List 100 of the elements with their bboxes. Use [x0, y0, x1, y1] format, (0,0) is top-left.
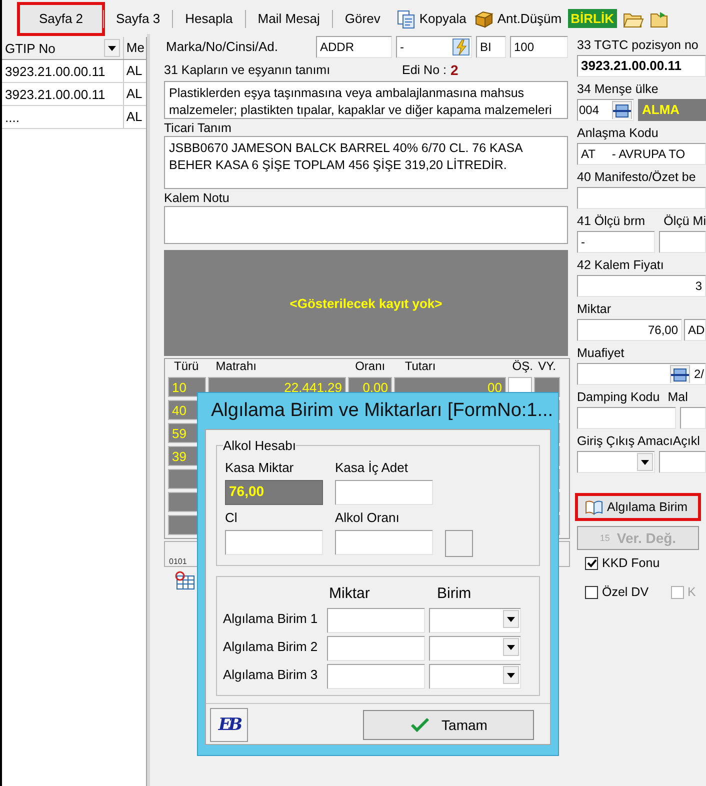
input-field[interactable]: 3 — [577, 275, 706, 297]
table-cell-text: AL — [125, 108, 144, 126]
book-icon — [584, 499, 604, 515]
field-label: Muafiyet — [577, 346, 626, 361]
column-header: Birim — [437, 584, 472, 602]
input-field[interactable] — [577, 407, 676, 429]
input-field[interactable] — [659, 451, 706, 473]
check-icon — [410, 717, 430, 733]
list-icon[interactable] — [612, 101, 632, 119]
text-area[interactable]: JSBB0670 JAMESON BALCK BARREL 40% 6/70 CL. 76 KASA BEHER KASA 6 ŞİŞE TOPLAM 456 ŞİŞE 319,20 LİTREDİR. — [164, 136, 568, 189]
field-label: Damping Kodu — [577, 390, 660, 405]
tab[interactable]: Hesapla — [173, 4, 245, 34]
field-value: 2/ — [694, 366, 704, 382]
button-label: Ver. Değ. — [616, 530, 676, 546]
input-field[interactable] — [327, 636, 425, 661]
field-label: Edi No : — [402, 63, 446, 77]
input-field[interactable] — [327, 664, 425, 689]
column-header: Tutarı — [404, 359, 437, 374]
edi-number: 2 — [450, 62, 458, 78]
field-label: Kasa İç Adet — [335, 461, 409, 477]
table-cell: 3923.21.00.00.11 — [2, 60, 124, 82]
input-field[interactable] — [577, 187, 706, 209]
input-field[interactable]: 76,00 — [225, 480, 323, 505]
column-header: Matrahı — [214, 359, 258, 374]
text-area[interactable]: Plastiklerden eşya taşınmasına veya ambalajlanmasına mahsus malzemeler; plastikten tıpalar, kapaklar ve diğer kapama malzemeleri — [164, 81, 568, 119]
tab[interactable]: Sayfa 2 — [19, 4, 103, 34]
input-field[interactable] — [659, 231, 706, 253]
table-cell: .... — [2, 106, 124, 128]
toolbar-button[interactable]: Ant.Düşüm — [470, 10, 566, 28]
check-icon — [586, 558, 596, 568]
input-field[interactable]: 004 — [577, 99, 634, 121]
field-label: Algılama Birim 1 — [223, 612, 319, 628]
input-field[interactable]: 76,00 — [577, 319, 682, 341]
dropdown-caret-icon[interactable] — [503, 666, 519, 684]
tab[interactable]: Sayfa 3 — [104, 4, 172, 34]
country-name: ALMA — [638, 99, 706, 121]
field-label: Kalem Notu — [164, 191, 230, 205]
field-label: Anlaşma Kodu — [577, 126, 660, 141]
detect-units-button[interactable]: Algılama Birim — [575, 493, 701, 521]
list-icon[interactable] — [670, 365, 690, 383]
box-icon — [474, 10, 494, 28]
column-header: Türü — [173, 359, 200, 374]
field-label: Algılama Birim 2 — [223, 640, 319, 656]
input-field[interactable]: BI — [476, 36, 506, 58]
input-field[interactable]: 3923.21.00.00.11 — [577, 55, 706, 77]
column-header: Me — [125, 39, 146, 57]
column-header: VY. — [537, 359, 557, 374]
input-field[interactable]: - — [396, 36, 472, 58]
field-label: 42 Kalem Fiyatı — [577, 258, 665, 273]
checkbox[interactable]: KKD Fonu — [585, 556, 706, 570]
logo-button[interactable]: EB — [210, 708, 248, 742]
field-label: Marka/No/Cinsi/Ad. — [165, 40, 279, 54]
field-value: - — [400, 39, 404, 55]
dialog-title: Algılama Birim ve Miktarları [FormNo:1... — [210, 399, 551, 423]
dropdown-caret-icon[interactable] — [104, 39, 120, 57]
toolbar-button[interactable]: Kopyala — [392, 8, 470, 28]
field-label: Giriş Çıkış Amacı — [577, 434, 673, 449]
input-field[interactable]: AT - AVRUPA TO — [577, 143, 706, 165]
field-label: Miktar — [577, 302, 612, 317]
field-label: Ticari Tanım — [164, 121, 232, 135]
tab[interactable]: Mail Mesaj — [246, 4, 332, 34]
dropdown-caret-icon[interactable] — [503, 638, 519, 656]
input-field[interactable] — [335, 480, 433, 505]
edit-icon[interactable] — [452, 38, 470, 56]
code-label: 0101 — [169, 557, 187, 566]
dropdown-caret-icon[interactable] — [637, 453, 653, 471]
input-field[interactable]: AD — [684, 319, 706, 341]
input-field[interactable] — [225, 530, 323, 555]
copy-icon — [396, 8, 416, 28]
small-button[interactable] — [445, 530, 473, 557]
ok-button[interactable]: Tamam — [363, 710, 534, 740]
field-label: 31 Kapların ve eşyanın tanımı — [164, 63, 332, 77]
table-cell-text: AL — [125, 62, 144, 80]
field-label: 33 TGTC pozisyon no — [577, 38, 700, 53]
input-field[interactable]: 100 — [510, 36, 568, 58]
checkbox[interactable]: Özel DV — [585, 585, 649, 599]
brand-label: BİRLİK — [568, 9, 617, 28]
input-field[interactable]: 2/ — [577, 363, 706, 385]
field-label: Cl — [225, 511, 238, 527]
field-label: 34 Menşe ülke — [577, 82, 660, 97]
column-title: GTIP No — [5, 40, 56, 56]
grid-icon[interactable] — [174, 571, 196, 591]
column-header: Miktar — [329, 584, 371, 602]
input-field[interactable] — [327, 608, 425, 633]
input-field[interactable] — [680, 407, 706, 429]
input-field[interactable]: - — [577, 231, 655, 253]
text-area[interactable] — [164, 206, 568, 244]
input-field[interactable] — [335, 530, 433, 555]
field-label: Mal — [668, 390, 688, 405]
field-label: 41 Ölçü brm — [577, 214, 646, 229]
field-value: 004 — [579, 102, 600, 118]
tab[interactable]: Görev — [332, 4, 392, 34]
column-header: Oranı — [354, 359, 386, 374]
folder-icon[interactable] — [650, 10, 668, 28]
column-header: ÖŞ. — [511, 359, 534, 374]
input-field[interactable]: ADDR — [316, 36, 392, 58]
field-label: Alkol Oranı — [335, 511, 400, 527]
empty-message: <Gösterilecek kayıt yok> — [290, 296, 442, 310]
field-label: Ölçü Mi — [664, 214, 706, 229]
dropdown-caret-icon[interactable] — [503, 610, 519, 628]
